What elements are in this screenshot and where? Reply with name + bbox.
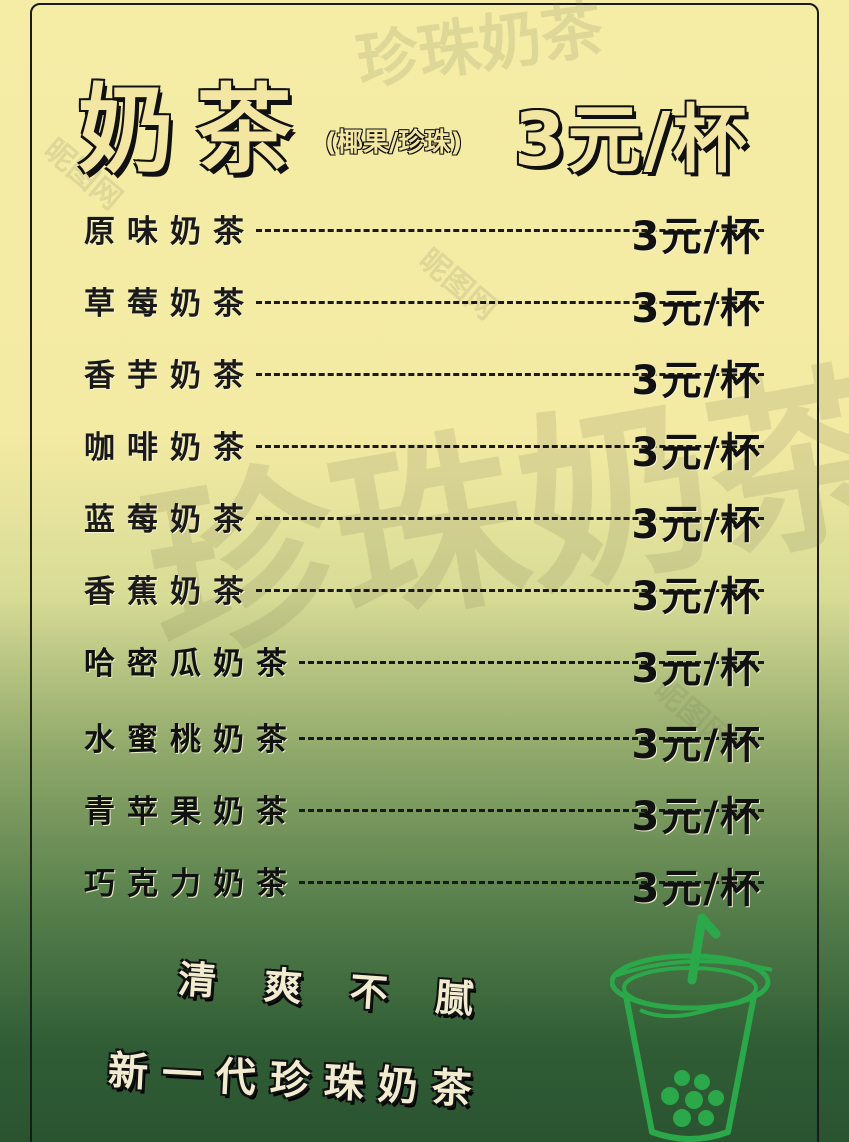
menu-item-price: 3元/杯	[631, 286, 762, 332]
menu-item-name: 水蜜桃奶茶	[84, 721, 299, 758]
menu-poster: 珍珠奶茶 珍珠奶茶 昵图网 昵图网 昵图网 奶茶 (椰果/珍珠) 3元/杯 原味…	[0, 0, 849, 1142]
menu-item-price: 3元/杯	[631, 358, 762, 404]
menu-item-price: 3元/杯	[631, 794, 762, 840]
menu-item-name: 香芋奶茶	[84, 357, 256, 394]
menu-item-name: 草莓奶茶	[84, 285, 256, 322]
menu-row: 哈密瓜奶茶 3元/杯	[84, 632, 784, 692]
menu-item-name: 蓝莓奶茶	[84, 501, 256, 538]
menu-row: 草莓奶茶 3元/杯	[84, 272, 784, 332]
menu-item-price: 3元/杯	[631, 574, 762, 620]
menu-row: 水蜜桃奶茶 3元/杯	[84, 708, 784, 768]
menu-item-price: 3元/杯	[631, 430, 762, 476]
menu-item-price: 3元/杯	[631, 646, 762, 692]
menu-item-name: 青苹果奶茶	[84, 793, 299, 830]
menu-item-name: 香蕉奶茶	[84, 573, 256, 610]
page-title: 奶茶	[78, 73, 314, 186]
menu-row: 香芋奶茶 3元/杯	[84, 344, 784, 404]
menu-item-price: 3元/杯	[631, 502, 762, 548]
title-price: 3元/杯	[514, 97, 749, 183]
bubble-tea-cup-icon	[610, 913, 773, 1142]
menu-row: 香蕉奶茶 3元/杯	[84, 560, 784, 620]
menu-item-price: 3元/杯	[631, 866, 762, 912]
menu-row: 原味奶茶 3元/杯	[84, 200, 784, 260]
title-subtitle: (椰果/珍珠)	[325, 128, 463, 158]
menu-item-price: 3元/杯	[631, 214, 762, 260]
menu-row: 青苹果奶茶 3元/杯	[84, 780, 784, 840]
menu-item-name: 咖啡奶茶	[84, 429, 256, 466]
menu-item-name: 巧克力奶茶	[84, 865, 299, 902]
menu-item-price: 3元/杯	[631, 722, 762, 768]
menu-item-name: 原味奶茶	[84, 213, 256, 250]
menu-item-name: 哈密瓜奶茶	[84, 645, 299, 682]
menu-row: 蓝莓奶茶 3元/杯	[84, 488, 784, 548]
menu-row: 巧克力奶茶 3元/杯	[84, 852, 784, 912]
menu-row: 咖啡奶茶 3元/杯	[84, 416, 784, 476]
